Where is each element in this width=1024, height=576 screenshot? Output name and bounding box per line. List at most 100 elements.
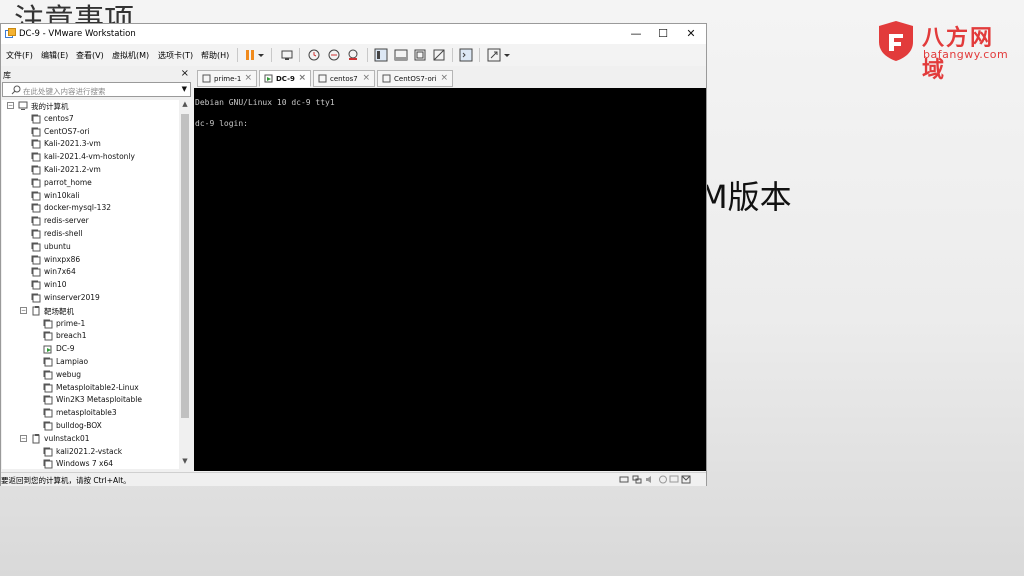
toolbar-separator <box>271 48 272 62</box>
tab-centos7[interactable]: centos7 × <box>313 70 375 87</box>
hdd-icon[interactable] <box>619 475 629 484</box>
tree-item-label: redis-server <box>44 216 89 226</box>
manage-snapshots-icon[interactable] <box>346 48 360 62</box>
library-close-button[interactable]: × <box>181 68 189 79</box>
tree-item-label: win7x64 <box>44 267 76 277</box>
vm-icon <box>31 216 41 226</box>
sound-icon[interactable] <box>645 475 655 484</box>
collapse-toggle-icon[interactable]: − <box>20 434 27 442</box>
menu-file[interactable]: 文件(F) <box>6 50 33 61</box>
menu-view[interactable]: 查看(V) <box>76 50 104 61</box>
tree-item-label: DC-9 <box>56 344 75 354</box>
library-search-input[interactable]: 在此处键入内容进行搜索 ▼ <box>2 82 191 97</box>
folder-icon <box>32 433 40 444</box>
collapse-toggle-icon[interactable]: − <box>20 306 27 314</box>
tree-item-label: Lampiao <box>56 357 89 366</box>
tab-label: centos7 <box>330 75 358 83</box>
tree-item-label: breach1 <box>56 331 87 341</box>
tree-item-label: redis-shell <box>44 229 83 238</box>
toolbar-separator <box>452 48 453 62</box>
tab-centos7-ori[interactable]: CentOS7-ori × <box>377 70 453 87</box>
close-button[interactable]: ✕ <box>676 24 706 44</box>
scroll-up-icon[interactable]: ▲ <box>179 100 191 112</box>
toolbar-separator <box>479 48 480 62</box>
vm-icon <box>43 383 53 393</box>
fullscreen-icon[interactable] <box>413 48 427 62</box>
pause-icon[interactable] <box>243 48 257 62</box>
tree-item-label: docker-mysql-132 <box>44 203 111 213</box>
vm-icon <box>31 267 41 277</box>
vm-icon <box>43 421 53 431</box>
scroll-down-icon[interactable]: ▼ <box>179 457 191 469</box>
vm-running-icon <box>43 345 52 354</box>
close-icon[interactable]: × <box>440 73 448 83</box>
revert-snapshot-icon[interactable] <box>327 48 341 62</box>
tree-item-label: Win2K3 Metasploitable <box>56 395 142 405</box>
close-icon[interactable]: × <box>362 73 370 83</box>
network-icon[interactable] <box>632 475 642 484</box>
tree-item-label: Kali-2021.3-vm <box>44 139 101 149</box>
console-icon[interactable] <box>459 48 473 62</box>
vm-icon <box>31 152 41 162</box>
vm-icon <box>31 255 41 265</box>
vm-icon <box>43 459 53 469</box>
close-icon[interactable]: × <box>244 73 252 83</box>
vm-icon <box>31 280 41 290</box>
tree-item-label: kali-2021.4-vm-hostonly <box>44 152 135 162</box>
status-text: 要返回到您的计算机，请按 Ctrl+Alt。 <box>1 476 131 485</box>
maximize-button[interactable]: ☐ <box>648 24 678 44</box>
toolbar-separator <box>367 48 368 62</box>
vm-icon <box>43 370 53 380</box>
vm-icon <box>31 203 41 213</box>
toolbar-separator <box>299 48 300 62</box>
tab-prime-1[interactable]: prime-1 × <box>197 70 257 87</box>
tree-item-label: bulldog-BOX <box>56 421 102 430</box>
console-line: Debian GNU/Linux 10 dc-9 tty1 <box>195 98 335 107</box>
tree-item-label: prime-1 <box>56 318 86 328</box>
send-keys-icon[interactable] <box>280 48 294 62</box>
menu-edit[interactable]: 编辑(E) <box>41 50 68 61</box>
vmware-app-icon <box>5 28 16 38</box>
close-icon[interactable]: × <box>298 73 306 83</box>
library-header: 库 × <box>1 68 192 82</box>
chevron-down-icon[interactable]: ▼ <box>182 85 187 93</box>
library-tree: − 我的计算机 centos7 CentOS7-ori Kali-2021.3-vm ka… <box>2 100 179 469</box>
computer-icon <box>18 101 28 110</box>
tab-label: CentOS7-ori <box>394 75 437 83</box>
library-scrollbar[interactable]: ▲ ▼ <box>179 100 191 469</box>
message-icon[interactable] <box>681 475 691 484</box>
menu-vm[interactable]: 虚拟机(M) <box>112 50 149 61</box>
vm-icon <box>31 242 41 252</box>
search-icon <box>11 85 21 95</box>
tab-dc-9[interactable]: DC-9 × <box>259 70 311 87</box>
menu-bar: 文件(F) 编辑(E) 查看(V) 虚拟机(M) 选项卡(T) 帮助(H) <box>1 44 706 66</box>
tree-item-label: kali2021.2-vstack <box>56 446 123 456</box>
vm-icon <box>31 191 41 201</box>
tree-item-label: win10kali <box>44 190 80 200</box>
collapse-toggle-icon[interactable]: − <box>7 102 14 109</box>
tree-item-label: Metasploitable2-Linux <box>56 382 139 392</box>
vm-console[interactable]: Debian GNU/Linux 10 dc-9 tty1 dc-9 login… <box>194 88 706 471</box>
unity-icon[interactable] <box>432 48 446 62</box>
dropdown-icon[interactable] <box>503 48 511 62</box>
search-placeholder: 在此处键入内容进行搜索 <box>23 87 106 96</box>
vm-running-icon <box>264 74 273 83</box>
thumbnail-view-icon[interactable] <box>394 48 408 62</box>
library-view-icon[interactable] <box>374 48 388 62</box>
tree-item-label: 我的计算机 <box>31 102 69 111</box>
vm-icon <box>43 447 53 457</box>
menu-tabs[interactable]: 选项卡(T) <box>158 50 193 61</box>
tab-label: DC-9 <box>276 75 295 83</box>
dropdown-icon[interactable] <box>257 48 265 62</box>
scrollbar-thumb[interactable] <box>181 114 189 418</box>
vmware-window: DC-9 - VMware Workstation — ☐ ✕ 文件(F) 编辑… <box>0 23 707 486</box>
menu-help[interactable]: 帮助(H) <box>201 50 229 61</box>
snapshot-icon[interactable] <box>307 48 321 62</box>
status-bar: 要返回到您的计算机，请按 Ctrl+Alt。 <box>1 472 706 486</box>
minimize-button[interactable]: — <box>621 24 651 44</box>
stretch-icon[interactable] <box>487 48 501 62</box>
vm-icon <box>382 74 391 83</box>
vm-icon <box>43 331 53 341</box>
display-icon[interactable] <box>669 475 679 484</box>
usb-icon[interactable] <box>658 475 668 484</box>
